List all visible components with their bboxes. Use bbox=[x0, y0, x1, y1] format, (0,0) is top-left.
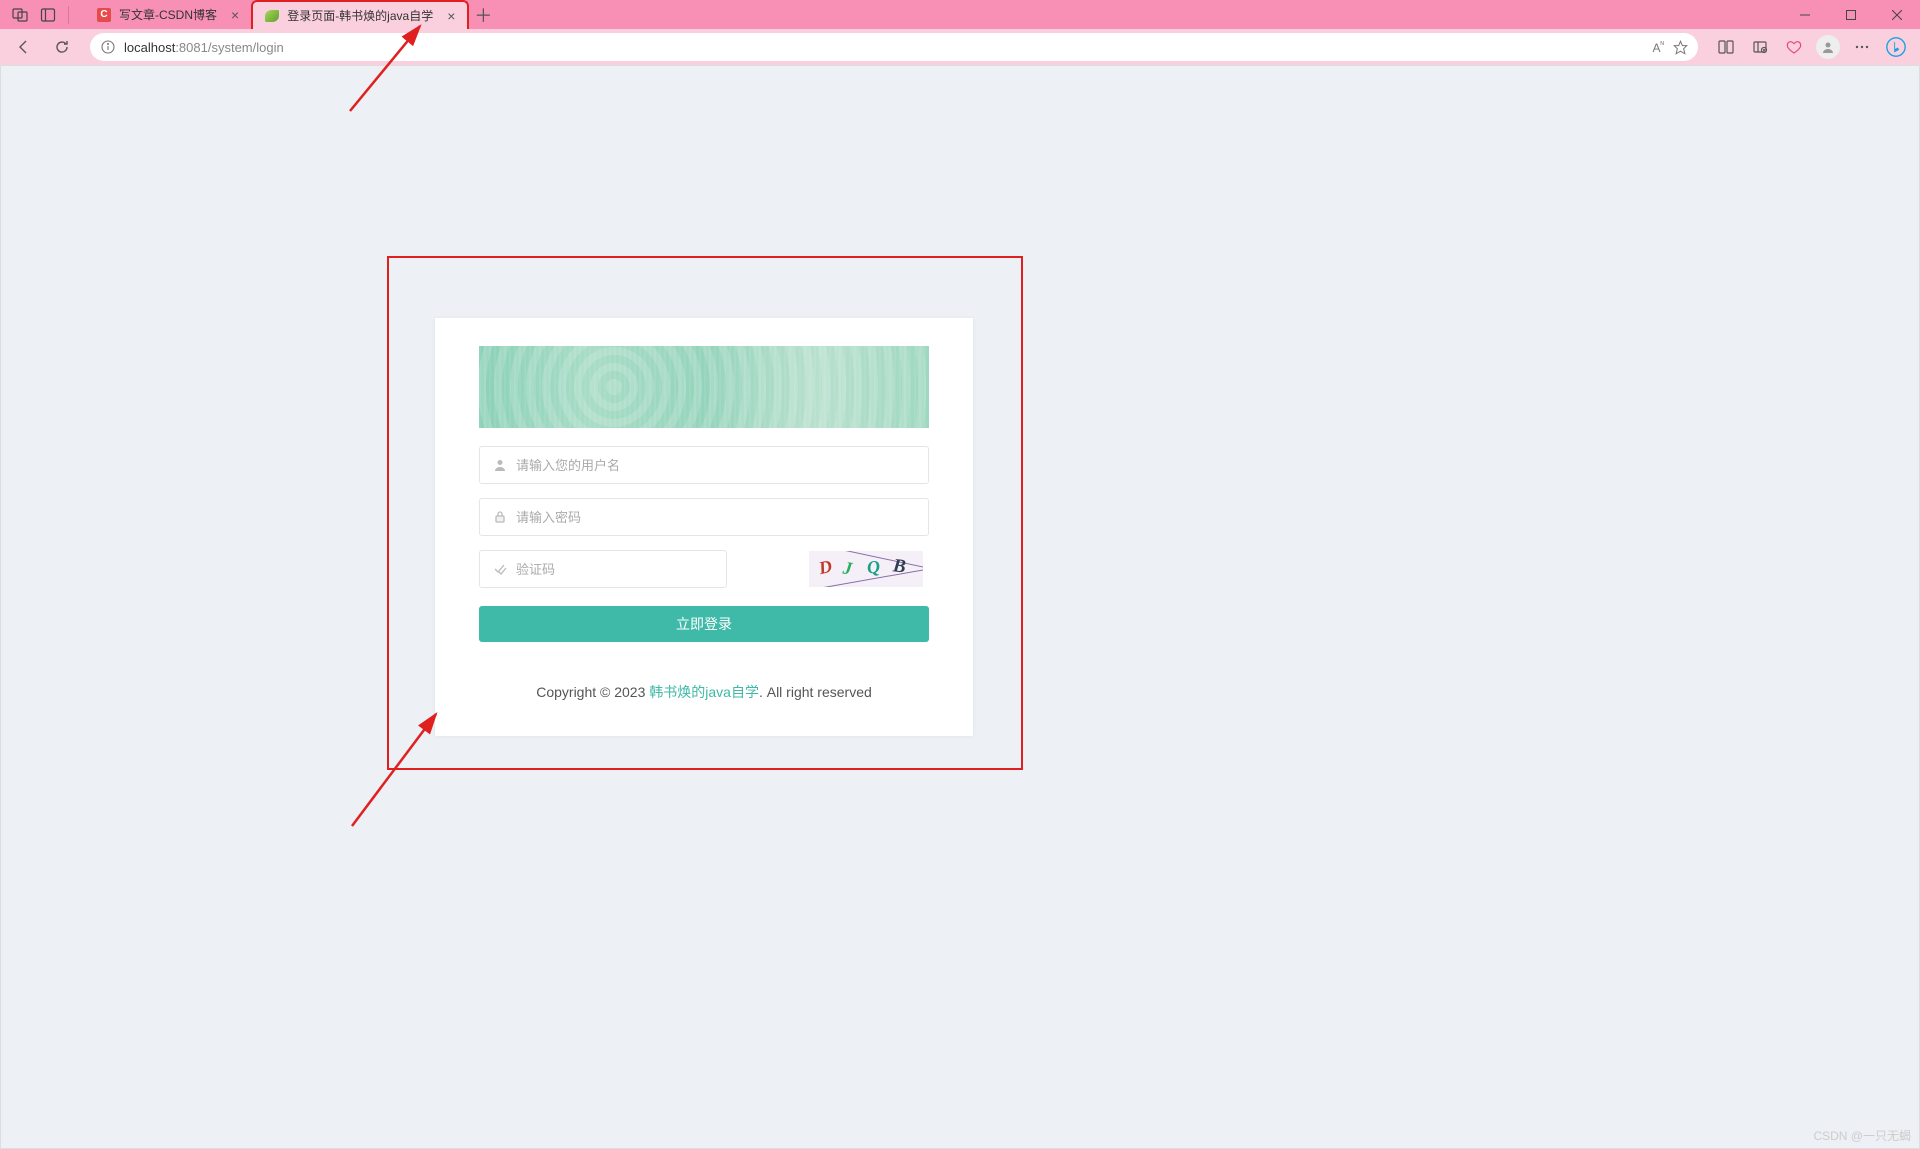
close-icon[interactable]: × bbox=[231, 7, 239, 23]
user-icon bbox=[493, 458, 507, 472]
back-button[interactable] bbox=[8, 31, 40, 63]
maximize-button[interactable] bbox=[1828, 0, 1874, 29]
password-input[interactable] bbox=[479, 498, 929, 536]
new-tab-button[interactable]: ＋ bbox=[469, 1, 497, 29]
separator bbox=[68, 6, 69, 24]
login-card: D J Q B 立即登录 Copyright © 2023 韩书焕的java自学… bbox=[435, 318, 973, 736]
workspace-icon[interactable] bbox=[12, 7, 28, 23]
info-icon[interactable] bbox=[100, 39, 116, 55]
tab-label: 登录页面-韩书焕的java自学 bbox=[287, 7, 433, 24]
sidebar-icon[interactable] bbox=[40, 7, 56, 23]
captcha-image[interactable]: D J Q B bbox=[809, 551, 923, 587]
tab-strip: C 写文章-CSDN博客 × 登录页面-韩书焕的java自学 × ＋ bbox=[85, 0, 497, 29]
close-icon[interactable]: × bbox=[447, 8, 455, 24]
watermark: CSDN @一只无蝎 bbox=[1813, 1127, 1911, 1144]
close-button[interactable] bbox=[1874, 0, 1920, 29]
footer-text: Copyright © 2023 韩书焕的java自学. All right r… bbox=[479, 682, 929, 702]
password-group bbox=[479, 498, 929, 536]
banner-image bbox=[479, 346, 929, 428]
favicon-csdn: C bbox=[97, 8, 111, 22]
favicon-leaf-icon bbox=[265, 9, 279, 23]
tab-csdn[interactable]: C 写文章-CSDN博客 × bbox=[85, 0, 251, 29]
minimize-button[interactable] bbox=[1782, 0, 1828, 29]
page-viewport: D J Q B 立即登录 Copyright © 2023 韩书焕的java自学… bbox=[0, 65, 1920, 1149]
captcha-input[interactable] bbox=[479, 550, 727, 588]
address-bar[interactable]: localhost:8081/system/login Aᴺ bbox=[90, 33, 1698, 61]
browser-toolbar: localhost:8081/system/login Aᴺ bbox=[0, 29, 1920, 65]
captcha-row: D J Q B bbox=[479, 550, 929, 588]
window-controls bbox=[1782, 0, 1920, 29]
favorite-icon[interactable] bbox=[1672, 39, 1688, 55]
lock-icon bbox=[493, 510, 507, 524]
footer-link[interactable]: 韩书焕的java自学 bbox=[649, 684, 759, 700]
username-input[interactable] bbox=[479, 446, 929, 484]
collections-icon[interactable] bbox=[1744, 31, 1776, 63]
profile-button[interactable] bbox=[1812, 31, 1844, 63]
reading-list-icon[interactable] bbox=[1710, 31, 1742, 63]
check-icon bbox=[493, 562, 507, 576]
bing-icon[interactable] bbox=[1880, 31, 1912, 63]
window-title-bar: C 写文章-CSDN博客 × 登录页面-韩书焕的java自学 × ＋ bbox=[0, 0, 1920, 29]
title-bar-left bbox=[0, 6, 81, 24]
login-button[interactable]: 立即登录 bbox=[479, 606, 929, 642]
font-size-icon[interactable]: Aᴺ bbox=[1653, 40, 1664, 55]
tab-label: 写文章-CSDN博客 bbox=[119, 6, 217, 23]
username-group bbox=[479, 446, 929, 484]
refresh-button[interactable] bbox=[46, 31, 78, 63]
tab-login-page[interactable]: 登录页面-韩书焕的java自学 × bbox=[251, 0, 469, 29]
more-menu-icon[interactable] bbox=[1846, 31, 1878, 63]
url-text: localhost:8081/system/login bbox=[124, 40, 284, 55]
heart-icon[interactable] bbox=[1778, 31, 1810, 63]
